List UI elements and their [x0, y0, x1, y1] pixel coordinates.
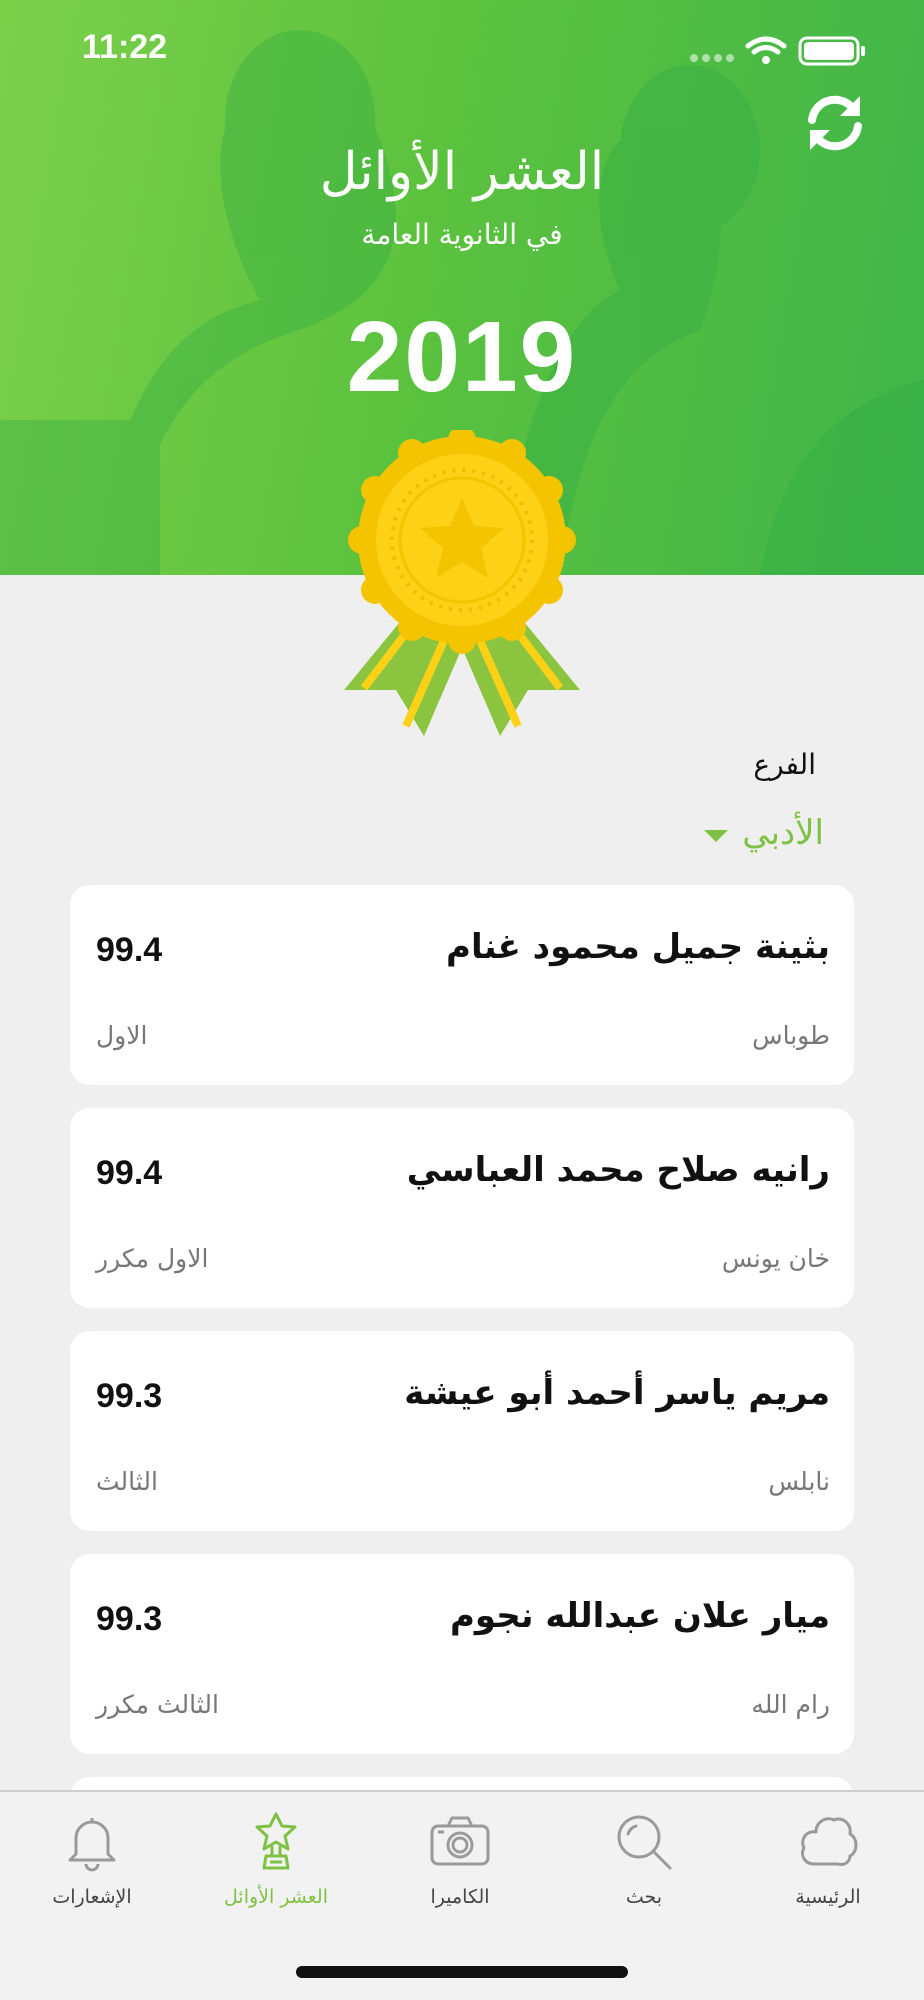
student-score: 99.4	[96, 931, 163, 969]
search-icon	[617, 1815, 672, 1870]
tab-camera[interactable]: الكاميرا	[368, 1810, 552, 1920]
student-rank: الاول	[96, 1021, 148, 1050]
home-cloud-icon	[800, 1817, 858, 1866]
branch-selected-value: الأدبي	[742, 813, 824, 853]
student-name: ميار علان عبدالله نجوم	[449, 1596, 830, 1636]
tab-label: بحث	[625, 1886, 663, 1908]
student-city: رام الله	[751, 1690, 830, 1719]
caret-down-icon	[704, 830, 729, 842]
student-score: 99.3	[96, 1600, 163, 1638]
year-heading: 2019	[346, 301, 578, 413]
student-rank: الثالث مكرر	[96, 1690, 219, 1719]
battery-icon	[798, 36, 865, 66]
student-score: 99.4	[96, 1154, 163, 1192]
student-score: 99.3	[96, 1377, 163, 1415]
tab-label: الإشعارات	[52, 1886, 132, 1908]
camera-icon	[430, 1816, 490, 1866]
page-subtitle: في الثانوية العامة	[361, 218, 563, 251]
signal-icon	[690, 54, 734, 62]
tab-notifications[interactable]: الإشعارات	[0, 1810, 184, 1920]
student-city: نابلس	[768, 1467, 830, 1496]
tab-home[interactable]: الرئيسية	[736, 1810, 920, 1920]
student-name: رانيه صلاح محمد العباسي	[406, 1150, 830, 1190]
tab-top-ten[interactable]: العشر الأوائل	[184, 1810, 368, 1920]
medal-icon	[344, 430, 580, 736]
tab-label: الرئيسية	[795, 1886, 861, 1908]
tab-label: الكاميرا	[430, 1886, 490, 1908]
page-title: العشر الأوائل	[319, 142, 605, 202]
home-indicator[interactable]	[296, 1966, 628, 1978]
trophy-star-icon	[255, 1812, 297, 1870]
status-time: 11:22	[82, 28, 168, 66]
student-rank: الثالث	[96, 1467, 158, 1496]
student-card[interactable]: مريم ياسر أحمد أبو عيشة 99.3 نابلس الثال…	[70, 1331, 854, 1531]
status-icons	[690, 36, 865, 66]
student-card[interactable]: بثينة جميل محمود غنام 99.4 طوباس الاول	[70, 885, 854, 1085]
student-city: خان يونس	[721, 1244, 830, 1273]
tab-label: العشر الأوائل	[224, 1886, 328, 1908]
student-card[interactable]: ميار علان عبدالله نجوم 99.3 رام الله الث…	[70, 1554, 854, 1754]
student-city: طوباس	[752, 1021, 830, 1050]
tab-search[interactable]: بحث	[552, 1810, 736, 1920]
wifi-icon	[745, 36, 787, 55]
student-name: مريم ياسر أحمد أبو عيشة	[404, 1373, 830, 1413]
student-rank: الاول مكرر	[96, 1244, 209, 1273]
students-list: بثينة جميل محمود غنام 99.4 طوباس الاول ر…	[70, 885, 854, 1795]
branch-label: الفرع	[753, 748, 816, 781]
student-name: بثينة جميل محمود غنام	[446, 927, 830, 967]
student-card[interactable]: رانيه صلاح محمد العباسي 99.4 خان يونس ال…	[70, 1108, 854, 1308]
branch-dropdown[interactable]: الأدبي	[704, 808, 824, 858]
bell-icon	[68, 1818, 116, 1872]
